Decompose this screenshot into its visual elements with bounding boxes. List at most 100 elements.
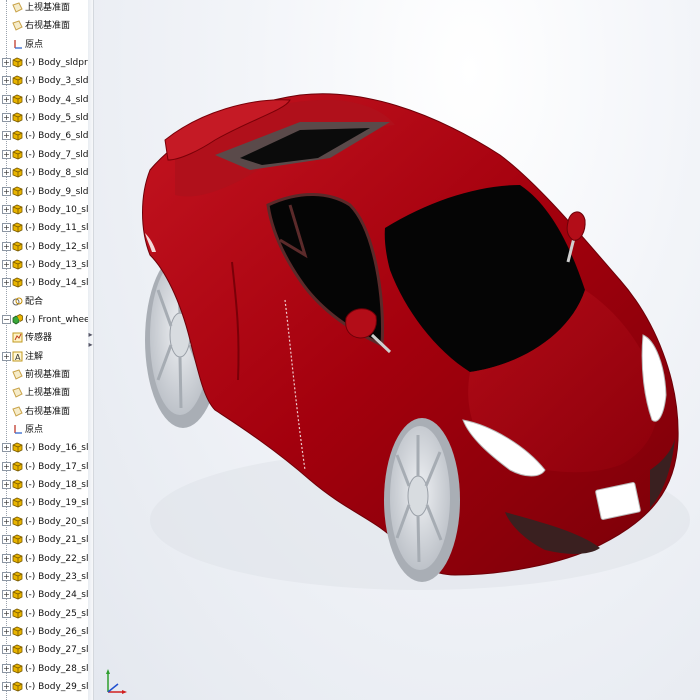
tree-item[interactable]: + (-) Body_13_sldprt<	[0, 256, 88, 274]
tree-item-label: (-) Body_11_sldprt<	[25, 223, 88, 234]
tree-item[interactable]: + (-) Body_12_sldprt<	[0, 238, 88, 256]
part-icon	[12, 94, 23, 105]
expand-toggle-icon[interactable]: −	[2, 314, 11, 324]
tree-item[interactable]: + (-) Body_7_sldprt<1:	[0, 146, 88, 164]
tree-item[interactable]: + (-) Body_22_sldprt<	[0, 550, 88, 568]
expand-toggle-icon[interactable]: +	[2, 131, 11, 141]
tree-item-label: (-) Body_22_sldprt<	[25, 553, 88, 564]
tree-item[interactable]: + (-) Body_11_sldprt<	[0, 219, 88, 237]
tree-item[interactable]: + (-) Body_6_sldprt<1:	[0, 127, 88, 145]
part-icon	[12, 553, 23, 564]
expand-toggle-icon[interactable]: +	[2, 94, 11, 104]
tree-item[interactable]: 前视基准面	[0, 366, 88, 384]
tree-item-label: (-) Body_10_sldprt<	[25, 204, 88, 215]
tree-item-label: (-) Body_29_sldprt<	[25, 681, 88, 692]
expand-toggle-icon[interactable]: +	[2, 535, 11, 545]
expand-toggle-icon[interactable]: +	[2, 626, 11, 636]
tree-item[interactable]: − (-) Front_wheel_sldasm<	[0, 311, 88, 329]
expand-toggle-icon[interactable]: +	[2, 113, 11, 123]
tree-item[interactable]: + (-) Body_19_sldprt<	[0, 494, 88, 512]
expand-toggle-icon[interactable]: +	[2, 461, 11, 471]
expand-toggle-icon[interactable]: +	[2, 590, 11, 600]
expand-toggle-icon[interactable]: +	[2, 681, 11, 691]
tree-item-label: (-) Body_25_sldprt<	[25, 608, 88, 619]
expand-toggle-icon[interactable]: +	[2, 553, 11, 563]
tree-item[interactable]: + (-) Body_17_sldprt<	[0, 458, 88, 476]
tree-item[interactable]: 传感器	[0, 329, 88, 347]
tree-item-label: 配合	[25, 296, 44, 307]
part-icon	[12, 277, 23, 288]
expand-toggle-icon[interactable]: +	[2, 58, 11, 68]
tree-item[interactable]: 上视基准面	[0, 384, 88, 402]
part-icon	[12, 589, 23, 600]
tree-item[interactable]: 右视基准面	[0, 403, 88, 421]
expand-toggle-icon[interactable]: +	[2, 204, 11, 214]
tree-item[interactable]: + A 注解	[0, 348, 88, 366]
part-icon	[12, 259, 23, 270]
part-icon	[12, 644, 23, 655]
assembly-icon	[12, 313, 23, 325]
expand-toggle-icon[interactable]: +	[2, 663, 11, 673]
tree-item-label: (-) Body_20_sldprt<	[25, 516, 88, 527]
graphics-viewport[interactable]	[94, 0, 700, 700]
plane-icon	[12, 2, 23, 13]
tree-item[interactable]: + (-) Body_14_sldprt<	[0, 274, 88, 292]
sensor-icon	[12, 332, 23, 343]
tree-item[interactable]: 原点	[0, 36, 88, 54]
expand-toggle-icon[interactable]: +	[2, 259, 11, 269]
part-icon	[12, 608, 23, 619]
tree-item[interactable]: + (-) Body_18_sldprt<	[0, 476, 88, 494]
part-icon	[12, 112, 23, 123]
expand-toggle-icon[interactable]: +	[2, 186, 11, 196]
tree-item[interactable]: + (-) Body_21_sldprt<	[0, 531, 88, 549]
car-body-model[interactable]	[94, 0, 700, 700]
tree-item[interactable]: + (-) Body_4_sldprt<1:	[0, 91, 88, 109]
expand-toggle-icon[interactable]: +	[2, 645, 11, 655]
expand-toggle-icon[interactable]: +	[2, 223, 11, 233]
tree-item[interactable]: + (-) Body_9_sldprt<1:	[0, 183, 88, 201]
tree-item-label: (-) Body_8_sldprt<1:	[25, 168, 89, 179]
tree-item[interactable]: + (-) Body_27_sldprt<	[0, 641, 88, 659]
expand-toggle-icon[interactable]: +	[2, 278, 11, 288]
tree-item[interactable]: + (-) Body_28_sldprt<	[0, 660, 88, 678]
tree-item-label: 右视基准面	[25, 406, 71, 417]
expand-toggle-icon[interactable]: +	[2, 168, 11, 178]
part-icon	[12, 204, 23, 215]
tree-item[interactable]: 上视基准面	[0, 0, 88, 17]
feature-manager-tree[interactable]: 上视基准面右视基准面原点+(-) Body_sldprt<1> (+(-) Bo…	[0, 0, 89, 700]
annotation-icon: A	[12, 351, 23, 362]
tree-item[interactable]: + (-) Body_20_sldprt<	[0, 513, 88, 531]
tree-item[interactable]: + (-) Body_sldprt<1> (	[0, 54, 88, 72]
tree-item[interactable]: 原点	[0, 421, 88, 439]
tree-item-label: (-) Body_19_sldprt<	[25, 498, 88, 509]
tree-item[interactable]: + (-) Body_10_sldprt<	[0, 201, 88, 219]
expand-toggle-icon[interactable]: +	[2, 608, 11, 618]
tree-item[interactable]: + (-) Body_26_sldprt<	[0, 623, 88, 641]
front-wheel	[384, 418, 460, 582]
splitter-grip-icon[interactable]: ▸ ▸	[88, 330, 93, 350]
tree-item[interactable]: + (-) Body_24_sldprt<	[0, 586, 88, 604]
tree-item-label: (-) Body_14_sldprt<	[25, 278, 88, 289]
tree-item[interactable]: + (-) Body_23_sldprt<	[0, 568, 88, 586]
expand-toggle-icon[interactable]: +	[2, 516, 11, 526]
tree-item[interactable]: + (-) Body_5_sldprt<1:	[0, 109, 88, 127]
expand-toggle-icon[interactable]: +	[2, 241, 11, 251]
part-icon	[12, 461, 23, 472]
tree-item[interactable]: + (-) Body_3_sldprt<1:	[0, 72, 88, 90]
part-icon	[12, 57, 23, 68]
expand-toggle-icon[interactable]: +	[2, 76, 11, 86]
expand-toggle-icon[interactable]: +	[2, 571, 11, 581]
tree-item[interactable]: + (-) Body_8_sldprt<1:	[0, 164, 88, 182]
expand-toggle-icon[interactable]: +	[2, 480, 11, 490]
expand-toggle-icon[interactable]: +	[2, 498, 11, 508]
expand-toggle-icon[interactable]: +	[2, 149, 11, 159]
expand-toggle-icon[interactable]: +	[2, 443, 11, 453]
tree-item[interactable]: + (-) Body_16_sldprt<	[0, 439, 88, 457]
tree-item[interactable]: 配合	[0, 293, 88, 311]
tree-item-label: (-) Body_28_sldprt<	[25, 663, 88, 674]
tree-item-label: 原点	[25, 39, 44, 50]
tree-item[interactable]: + (-) Body_25_sldprt<	[0, 605, 88, 623]
expand-toggle-icon[interactable]: +	[2, 351, 11, 361]
tree-item[interactable]: 右视基准面	[0, 17, 88, 35]
tree-item[interactable]: + (-) Body_29_sldprt<	[0, 678, 88, 696]
